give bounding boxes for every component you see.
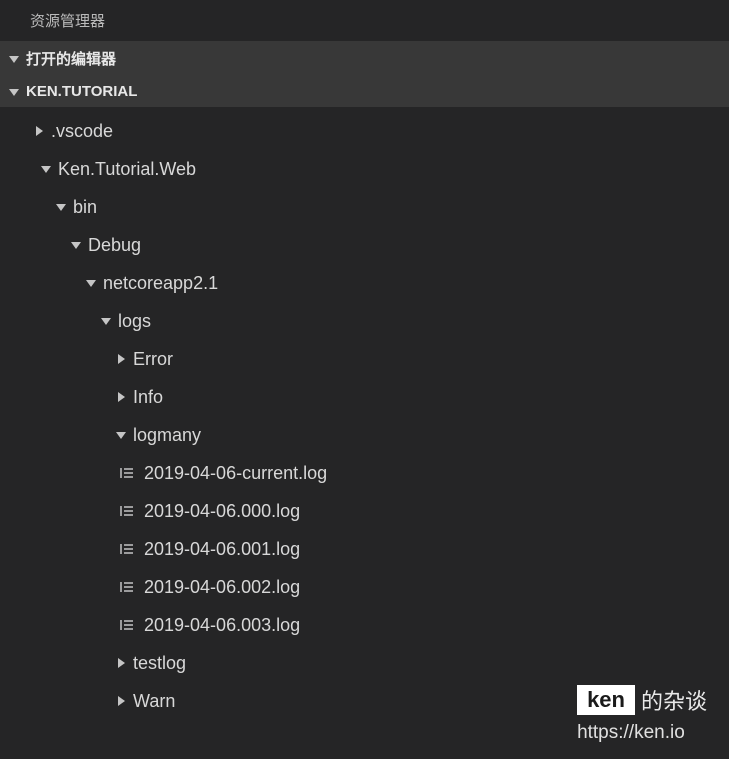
chevron-down-icon — [85, 277, 97, 289]
file-tree: .vscode Ken.Tutorial.Web bin Debug netco… — [0, 107, 729, 720]
file-icon — [118, 540, 136, 558]
chevron-down-icon — [8, 86, 20, 98]
file-icon — [118, 616, 136, 634]
folder-label: Info — [133, 387, 163, 408]
chevron-down-icon — [55, 201, 67, 213]
folder-ken-tutorial-web[interactable]: Ken.Tutorial.Web — [0, 150, 729, 188]
open-editors-section[interactable]: 打开的编辑器 — [0, 41, 729, 76]
folder-debug[interactable]: Debug — [0, 226, 729, 264]
folder-vscode[interactable]: .vscode — [0, 112, 729, 150]
chevron-right-icon — [115, 391, 127, 403]
file-log[interactable]: 2019-04-06.003.log — [0, 606, 729, 644]
project-label: KEN.TUTORIAL — [26, 83, 137, 100]
file-log[interactable]: 2019-04-06.002.log — [0, 568, 729, 606]
folder-error[interactable]: Error — [0, 340, 729, 378]
chevron-down-icon — [40, 163, 52, 175]
folder-netcoreapp[interactable]: netcoreapp2.1 — [0, 264, 729, 302]
folder-label: logmany — [133, 425, 201, 446]
file-icon — [118, 502, 136, 520]
open-editors-label: 打开的编辑器 — [26, 48, 116, 69]
file-log[interactable]: 2019-04-06.000.log — [0, 492, 729, 530]
file-label: 2019-04-06.002.log — [144, 577, 300, 598]
folder-label: testlog — [133, 653, 186, 674]
watermark-url: https://ken.io — [577, 722, 707, 744]
folder-label: bin — [73, 197, 97, 218]
folder-bin[interactable]: bin — [0, 188, 729, 226]
folder-label: Debug — [88, 235, 141, 256]
chevron-right-icon — [115, 695, 127, 707]
explorer-title: 资源管理器 — [0, 0, 729, 41]
folder-logs[interactable]: logs — [0, 302, 729, 340]
folder-info[interactable]: Info — [0, 378, 729, 416]
chevron-down-icon — [8, 53, 20, 65]
file-label: 2019-04-06.003.log — [144, 615, 300, 636]
file-label: 2019-04-06.000.log — [144, 501, 300, 522]
folder-logmany[interactable]: logmany — [0, 416, 729, 454]
file-icon — [118, 464, 136, 482]
watermark-badge: ken — [577, 685, 635, 715]
file-log[interactable]: 2019-04-06-current.log — [0, 454, 729, 492]
chevron-right-icon — [33, 125, 45, 137]
folder-label: logs — [118, 311, 151, 332]
chevron-down-icon — [100, 315, 112, 327]
file-log[interactable]: 2019-04-06.001.log — [0, 530, 729, 568]
project-section[interactable]: KEN.TUTORIAL — [0, 76, 729, 107]
chevron-down-icon — [115, 429, 127, 441]
folder-label: netcoreapp2.1 — [103, 273, 218, 294]
watermark: ken 的杂谈 https://ken.io — [577, 684, 707, 744]
chevron-right-icon — [115, 353, 127, 365]
file-icon — [118, 578, 136, 596]
file-label: 2019-04-06.001.log — [144, 539, 300, 560]
chevron-right-icon — [115, 657, 127, 669]
folder-testlog[interactable]: testlog — [0, 644, 729, 682]
chevron-down-icon — [70, 239, 82, 251]
folder-label: Ken.Tutorial.Web — [58, 159, 196, 180]
folder-label: Warn — [133, 691, 175, 712]
file-label: 2019-04-06-current.log — [144, 463, 327, 484]
folder-label: Error — [133, 349, 173, 370]
folder-label: .vscode — [51, 121, 113, 142]
watermark-text: 的杂谈 — [641, 684, 707, 716]
